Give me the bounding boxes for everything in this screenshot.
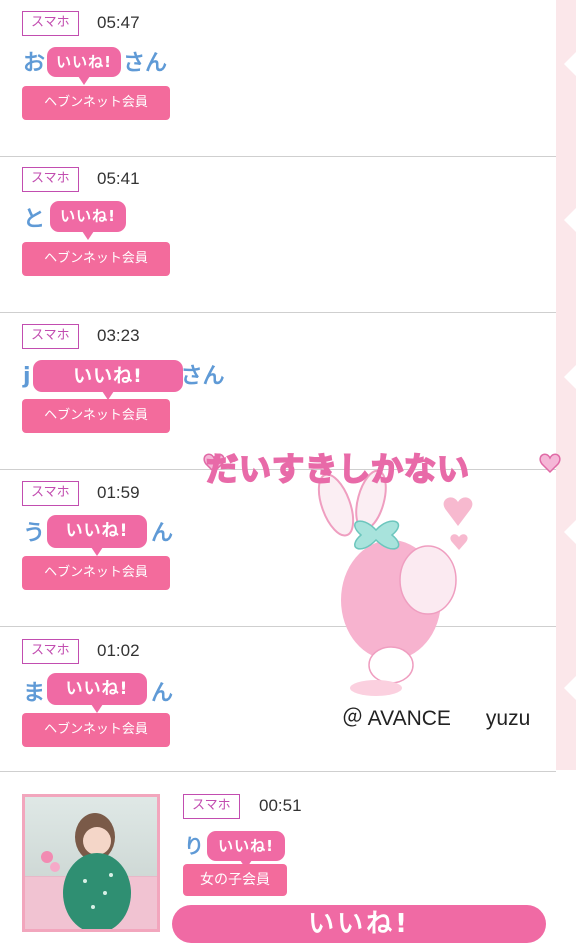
list-item[interactable]: スマホ 05:41 と いいね! ヘブンネット会員: [0, 156, 556, 313]
strip-notch: [564, 365, 576, 389]
device-badge: スマホ: [22, 324, 79, 349]
timestamp: 01:59: [97, 483, 140, 502]
name-prefix: う: [23, 521, 46, 546]
name-suffix: さん: [123, 51, 168, 76]
profile-photo-art: [25, 813, 157, 929]
device-badge: スマホ: [22, 167, 79, 192]
name-prefix: お: [23, 51, 46, 76]
strip-notch: [564, 52, 576, 76]
sticker-title: だいすきしかない: [205, 449, 471, 489]
timestamp: 05:47: [97, 13, 140, 32]
heart-icon: [443, 497, 473, 526]
timestamp: 00:51: [259, 796, 302, 815]
like-bubble: いいね!: [50, 201, 126, 240]
member-type-button[interactable]: ヘブンネット会員: [22, 86, 170, 120]
list-item[interactable]: スマホ 00:51 り いいね! 女の子会員 いいね!: [0, 772, 576, 949]
heart-icon: [450, 534, 468, 550]
heart-icon: [539, 453, 561, 474]
profile-photo[interactable]: [22, 794, 160, 932]
name-prefix: り: [184, 834, 204, 858]
name-prefix: j: [23, 364, 31, 389]
timestamp: 05:41: [97, 169, 140, 188]
name-suffix: さん: [180, 364, 225, 389]
timestamp: 03:23: [97, 326, 140, 345]
member-type-button[interactable]: ヘブンネット会員: [22, 242, 170, 276]
sticker-credit: ＠ AVANCE yuzu: [342, 707, 531, 730]
love-sticker: だいすきしかない ＠ AVANCE yuzu: [196, 430, 576, 730]
user-name[interactable]: り: [184, 830, 204, 859]
timestamp: 01:02: [97, 641, 140, 660]
name-prefix: と: [23, 207, 46, 232]
big-like-banner: いいね!: [172, 905, 546, 943]
member-type-button[interactable]: ヘブンネット会員: [22, 713, 170, 747]
device-badge: スマホ: [183, 794, 240, 819]
like-bubble: いいね!: [47, 515, 147, 556]
like-bubble: いいね!: [47, 47, 121, 85]
list-item[interactable]: スマホ 05:47 お さん いいね! ヘブンネット会員: [0, 0, 556, 157]
like-bubble: いいね!: [33, 360, 183, 400]
like-bubble: いいね!: [207, 831, 285, 869]
like-bubble: いいね!: [47, 673, 147, 713]
name-suffix: ん: [151, 521, 174, 546]
device-badge: スマホ: [22, 481, 79, 506]
name-suffix: ん: [151, 681, 174, 706]
member-type-button[interactable]: ヘブンネット会員: [22, 399, 170, 433]
name-prefix: ま: [23, 681, 46, 706]
member-type-button[interactable]: 女の子会員: [183, 864, 287, 896]
user-name[interactable]: と: [23, 201, 45, 233]
strip-notch: [564, 208, 576, 232]
device-badge: スマホ: [22, 11, 79, 36]
member-type-button[interactable]: ヘブンネット会員: [22, 556, 170, 590]
device-badge: スマホ: [22, 639, 79, 664]
